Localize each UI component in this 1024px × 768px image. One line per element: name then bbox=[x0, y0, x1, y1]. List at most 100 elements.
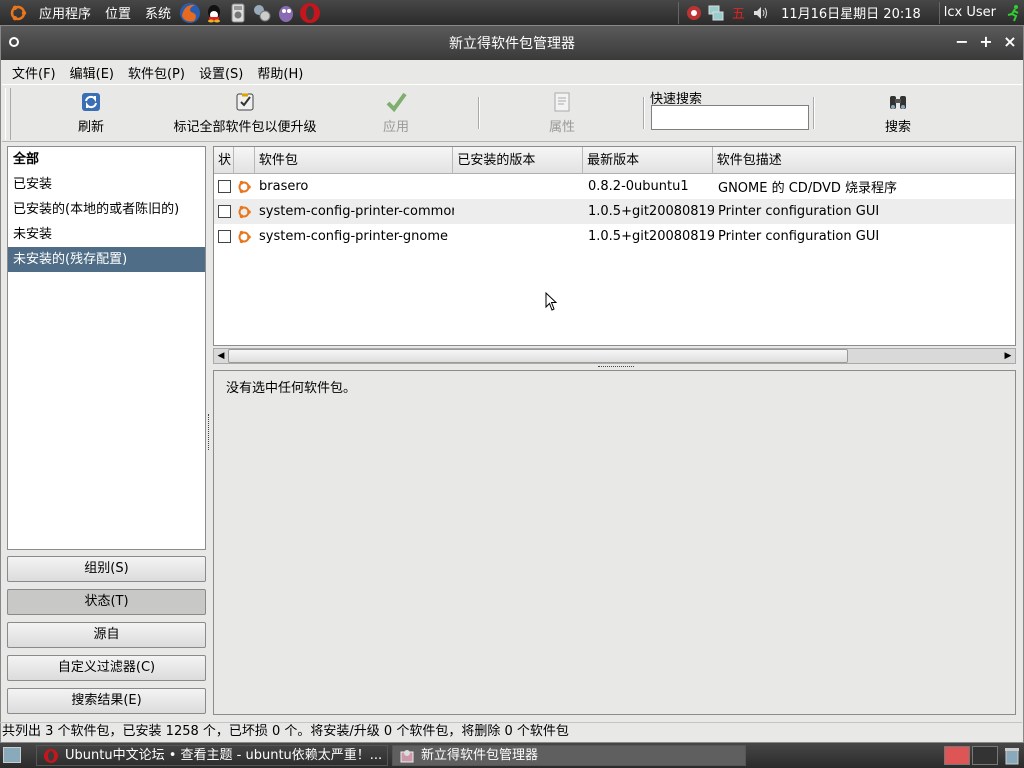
apply-label: 应用 bbox=[382, 120, 409, 135]
horizontal-scrollbar[interactable]: ◀ ▶ bbox=[213, 348, 1016, 364]
network-tool-icon[interactable] bbox=[251, 2, 273, 24]
opera-icon bbox=[44, 748, 58, 763]
search-label: 搜索 bbox=[884, 120, 911, 135]
binoculars-icon bbox=[890, 96, 906, 109]
menu-settings[interactable]: 设置(S) bbox=[192, 63, 250, 82]
svg-text:五: 五 bbox=[732, 7, 745, 22]
table-row[interactable]: brasero 0.8.2-0ubuntu1 GNOME 的 CD/DVD 烧录… bbox=[214, 174, 1015, 199]
filter-item-not-installed[interactable]: 未安装 bbox=[8, 222, 205, 247]
refresh-label: 刷新 bbox=[77, 120, 104, 135]
close-button[interactable]: × bbox=[1001, 33, 1019, 51]
user-switcher[interactable]: lcx User bbox=[944, 5, 996, 20]
apply-button[interactable]: 应用 bbox=[378, 89, 414, 135]
menu-file[interactable]: 文件(F) bbox=[5, 63, 63, 82]
vertical-pane-handle[interactable] bbox=[598, 366, 634, 369]
search-results-button[interactable]: 搜索结果(E) bbox=[7, 688, 206, 714]
opera-icon[interactable] bbox=[299, 2, 321, 24]
filter-list: 全部 已安装 已安装的(本地的或者陈旧的) 未安装 未安装的(残存配置) bbox=[7, 146, 206, 550]
window-menu-icon[interactable] bbox=[9, 37, 19, 47]
column-status[interactable]: 状 bbox=[214, 147, 234, 174]
quick-search-input[interactable] bbox=[651, 105, 809, 130]
table-row[interactable]: system-config-printer-gnome 1.0.5+git200… bbox=[214, 224, 1015, 249]
bottom-panel: Ubuntu中文论坛 • 查看主题 - ubuntu依赖太严重！... 新立得软… bbox=[0, 743, 1024, 768]
mouse-cursor-icon bbox=[545, 292, 558, 311]
task-label: Ubuntu中文论坛 • 查看主题 - ubuntu依赖太严重！... bbox=[65, 748, 383, 763]
properties-button[interactable]: 属性 bbox=[544, 89, 580, 135]
firefox-icon[interactable] bbox=[179, 2, 201, 24]
minimize-button[interactable]: − bbox=[953, 33, 971, 51]
status-button[interactable]: 状态(T) bbox=[7, 589, 206, 615]
update-icon[interactable] bbox=[685, 4, 703, 22]
toolbar-separator bbox=[813, 97, 815, 129]
package-description: Printer configuration GUI bbox=[718, 229, 880, 244]
ubuntu-package-icon bbox=[238, 230, 251, 243]
workspace-1[interactable] bbox=[944, 746, 970, 765]
filter-item-all[interactable]: 全部 bbox=[8, 147, 205, 172]
origin-button[interactable]: 源自 bbox=[7, 622, 206, 648]
latest-version: 1.0.5+git20080819· bbox=[588, 229, 714, 244]
taskbar-item-browser[interactable]: Ubuntu中文论坛 • 查看主题 - ubuntu依赖太严重！... bbox=[36, 745, 388, 766]
show-desktop-icon[interactable] bbox=[3, 747, 21, 763]
workspace-2[interactable] bbox=[972, 746, 998, 765]
scrollbar-thumb[interactable] bbox=[228, 349, 848, 363]
volume-icon[interactable] bbox=[751, 4, 769, 22]
latest-version: 0.8.2-0ubuntu1 bbox=[588, 179, 689, 194]
trash-icon[interactable] bbox=[1003, 746, 1021, 765]
filter-item-installed-local-obsolete[interactable]: 已安装的(本地的或者陈旧的) bbox=[8, 197, 205, 222]
latest-version: 1.0.5+git20080819· bbox=[588, 204, 714, 219]
horizontal-pane-handle[interactable] bbox=[208, 414, 211, 450]
filter-item-residual-config[interactable]: 未安装的(残存配置) bbox=[8, 247, 205, 272]
synaptic-icon bbox=[400, 749, 414, 762]
mark-all-label: 标记全部软件包以便升级 bbox=[173, 120, 317, 135]
ubuntu-logo-icon[interactable] bbox=[8, 3, 28, 23]
mark-all-upgrades-button[interactable]: 标记全部软件包以便升级 bbox=[167, 89, 323, 135]
media-player-icon[interactable] bbox=[227, 2, 249, 24]
window-titlebar[interactable]: 新立得软件包管理器 − + × bbox=[1, 26, 1023, 60]
input-method-icon[interactable]: 五 bbox=[729, 4, 747, 22]
column-icon[interactable] bbox=[234, 147, 255, 174]
panel-separator bbox=[938, 1, 940, 24]
menu-applications[interactable]: 应用程序 bbox=[32, 3, 98, 22]
running-man-icon[interactable] bbox=[1004, 4, 1022, 22]
package-checkbox[interactable] bbox=[218, 230, 231, 243]
package-checkbox[interactable] bbox=[218, 180, 231, 193]
top-panel: 应用程序 位置 系统 五 11月16日星期日 20:18 lcx User bbox=[0, 0, 1024, 25]
no-selection-message: 没有选中任何软件包。 bbox=[226, 381, 357, 396]
menu-system[interactable]: 系统 bbox=[138, 3, 178, 22]
column-description[interactable]: 软件包描述 bbox=[713, 147, 1015, 174]
menu-places[interactable]: 位置 bbox=[98, 3, 138, 22]
network-icon[interactable] bbox=[707, 4, 725, 22]
package-details-pane: 没有选中任何软件包。 bbox=[213, 370, 1016, 715]
package-name: system-config-printer-commor bbox=[259, 204, 454, 219]
package-description: GNOME 的 CD/DVD 烧录程序 bbox=[718, 181, 898, 196]
pidgin-icon[interactable] bbox=[275, 2, 297, 24]
mark-upgrade-icon bbox=[236, 93, 254, 111]
custom-filters-button[interactable]: 自定义过滤器(C) bbox=[7, 655, 206, 681]
taskbar-item-synaptic[interactable]: 新立得软件包管理器 bbox=[392, 745, 746, 766]
table-row[interactable]: system-config-printer-commor 1.0.5+git20… bbox=[214, 199, 1015, 224]
status-bar: 共列出 3 个软件包，已安装 1258 个，已坏损 0 个。将安装/升级 0 个… bbox=[0, 722, 1022, 740]
toolbar-handle[interactable] bbox=[5, 88, 11, 140]
filter-item-installed[interactable]: 已安装 bbox=[8, 172, 205, 197]
clock[interactable]: 11月16日星期日 20:18 bbox=[781, 3, 921, 22]
menu-package[interactable]: 软件包(P) bbox=[121, 63, 192, 82]
package-name: brasero bbox=[259, 179, 309, 194]
search-button[interactable]: 搜索 bbox=[880, 89, 916, 135]
refresh-icon bbox=[82, 93, 100, 111]
scroll-right-icon[interactable]: ▶ bbox=[1001, 349, 1015, 363]
checkmark-icon bbox=[386, 92, 407, 113]
menu-edit[interactable]: 编辑(E) bbox=[63, 63, 121, 82]
menu-help[interactable]: 帮助(H) bbox=[250, 63, 310, 82]
maximize-button[interactable]: + bbox=[977, 33, 995, 51]
refresh-button[interactable]: 刷新 bbox=[70, 89, 112, 135]
column-package[interactable]: 软件包 bbox=[255, 147, 454, 174]
scroll-left-icon[interactable]: ◀ bbox=[214, 349, 228, 363]
column-latest-version[interactable]: 最新版本 bbox=[583, 147, 713, 174]
package-checkbox[interactable] bbox=[218, 205, 231, 218]
window-title: 新立得软件包管理器 bbox=[449, 36, 575, 52]
sections-button[interactable]: 组别(S) bbox=[7, 556, 206, 582]
toolbar-separator bbox=[478, 97, 480, 129]
ubuntu-package-icon bbox=[238, 205, 251, 218]
qq-icon[interactable] bbox=[203, 2, 225, 24]
column-installed-version[interactable]: 已安装的版本 bbox=[453, 147, 584, 174]
